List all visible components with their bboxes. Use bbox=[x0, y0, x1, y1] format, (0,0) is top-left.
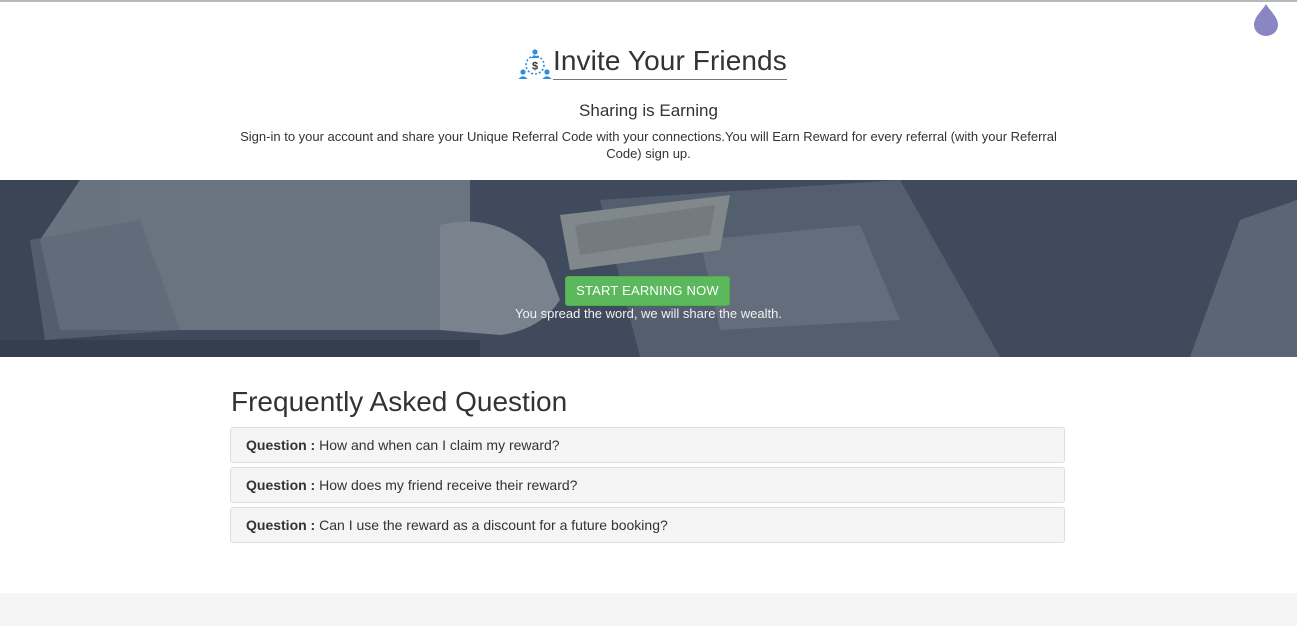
banner-tagline: You spread the word, we will share the w… bbox=[515, 306, 782, 321]
page-title: $ Invite Your Friends bbox=[518, 44, 787, 80]
faq-title: Frequently Asked Question bbox=[231, 386, 568, 417]
svg-text:$: $ bbox=[532, 61, 538, 73]
subtitle: Sharing is Earning bbox=[579, 101, 718, 120]
hero-banner bbox=[0, 180, 1297, 357]
invite-section: $ Invite Your Friends Sharing is Earning… bbox=[0, 0, 1297, 180]
faq-question-text: How does my friend receive their reward? bbox=[319, 477, 578, 493]
faq-question-prefix: Question : bbox=[246, 477, 316, 493]
referral-network-icon: $ bbox=[518, 49, 552, 79]
faq-item[interactable]: Question : Can I use the reward as a dis… bbox=[230, 507, 1065, 543]
page-title-text: Invite Your Friends bbox=[553, 45, 787, 80]
faq-item[interactable]: Question : How does my friend receive th… bbox=[230, 467, 1065, 503]
faq-question-prefix: Question : bbox=[246, 517, 316, 533]
faq-question-prefix: Question : bbox=[246, 437, 316, 453]
faq-item[interactable]: Question : How and when can I claim my r… bbox=[230, 427, 1065, 463]
faq-question-text: How and when can I claim my reward? bbox=[319, 437, 560, 453]
faq-list: Question : How and when can I claim my r… bbox=[230, 427, 1065, 547]
start-earning-button[interactable]: START EARNING NOW bbox=[565, 276, 730, 306]
footer bbox=[0, 593, 1297, 626]
referral-description: Sign-in to your account and share your U… bbox=[240, 129, 1057, 161]
faq-question-text: Can I use the reward as a discount for a… bbox=[319, 517, 668, 533]
banner-background-image bbox=[0, 180, 1297, 357]
